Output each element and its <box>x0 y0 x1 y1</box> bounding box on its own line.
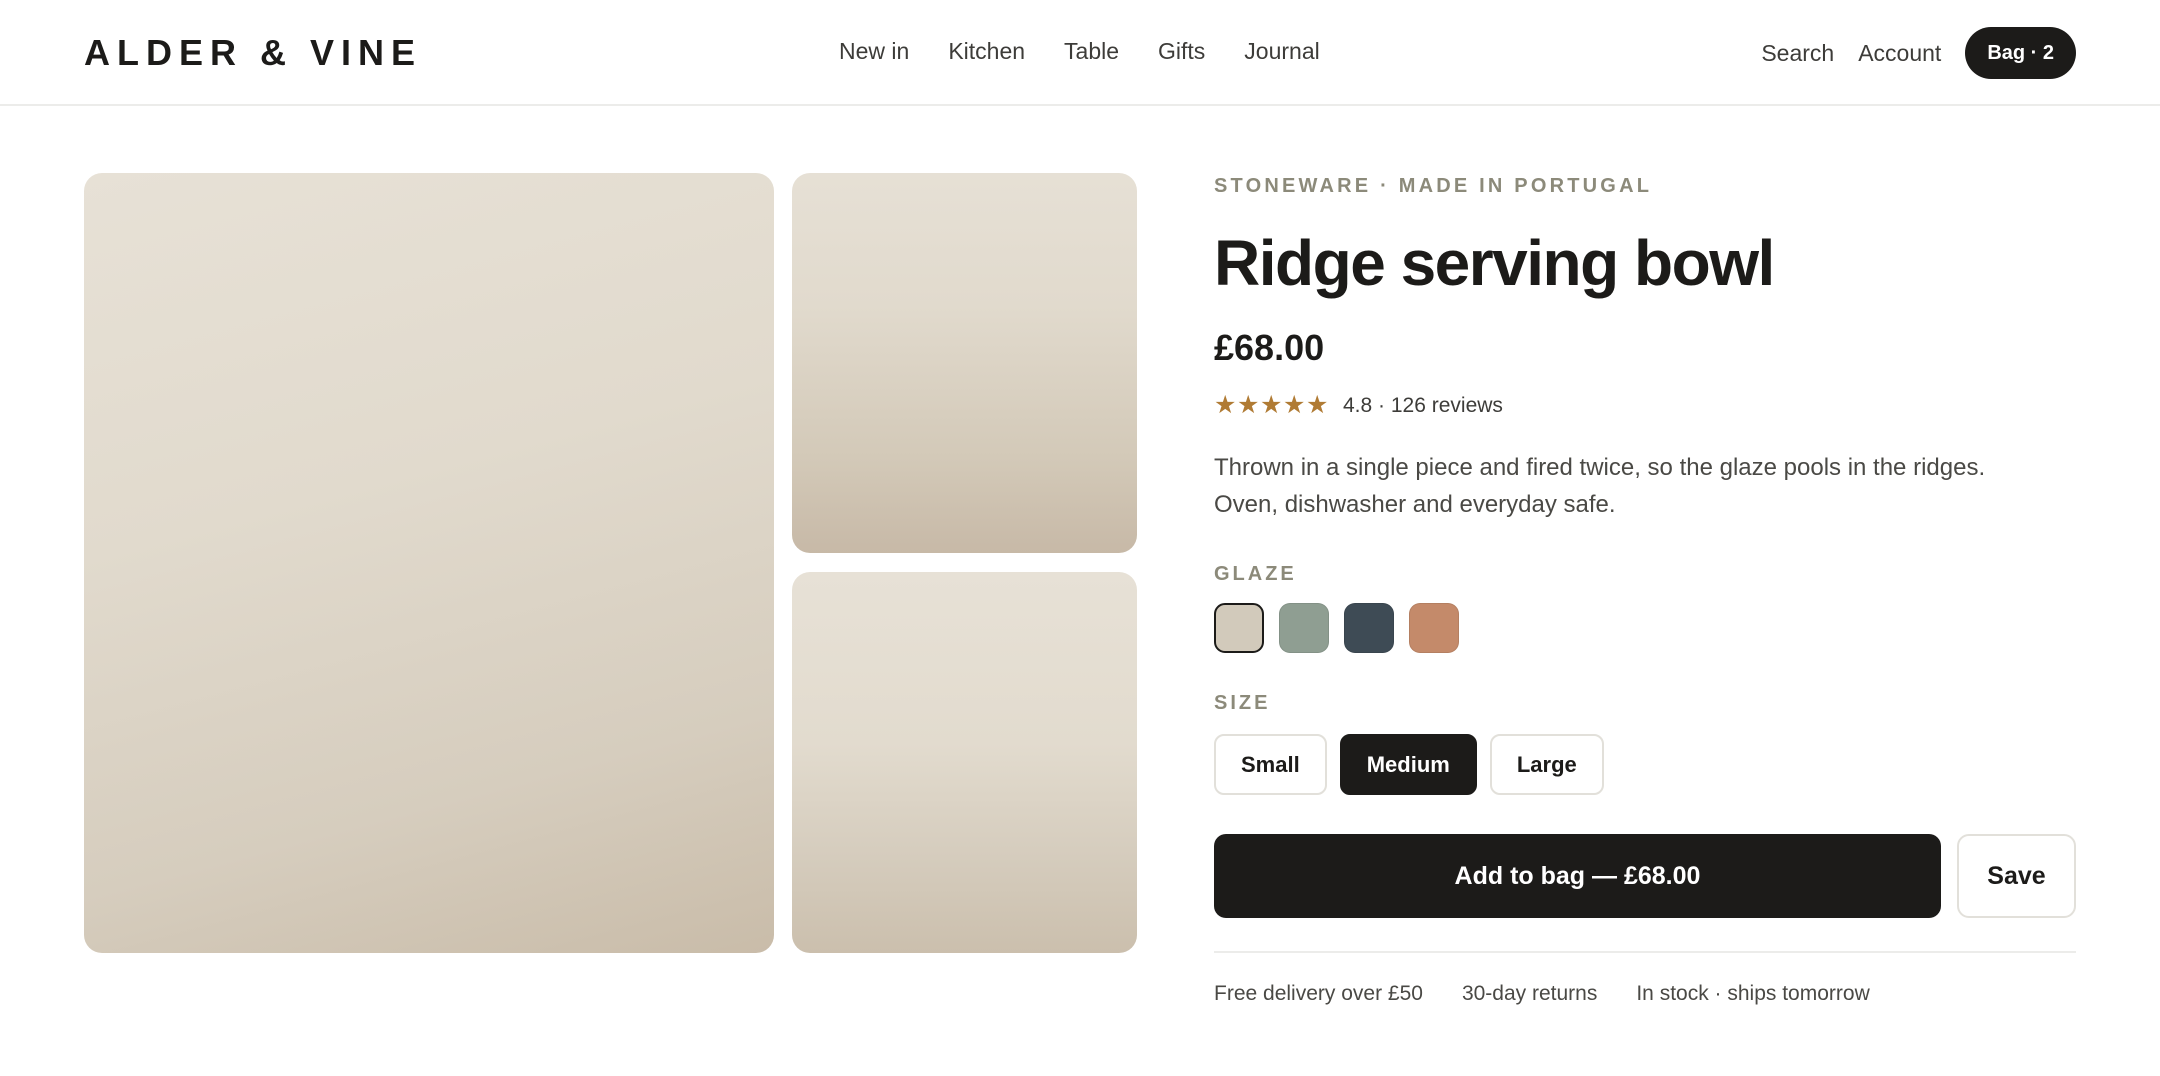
size-label: SIZE <box>1214 692 1271 714</box>
size-option-large[interactable]: Large <box>1489 734 1604 795</box>
product-image-thumbnail[interactable] <box>792 173 1137 553</box>
save-button[interactable]: Save <box>1957 834 2076 918</box>
add-to-bag-button[interactable]: Add to bag — £68.00 <box>1214 834 1941 918</box>
glaze-swatch[interactable] <box>1214 603 1264 653</box>
account-link[interactable]: Account <box>1858 40 1941 67</box>
size-options: Small Medium Large <box>1214 734 1617 795</box>
nav-item-journal[interactable]: Journal <box>1244 38 1319 65</box>
star-icon: ★ <box>1306 391 1329 419</box>
nav-item-kitchen[interactable]: Kitchen <box>948 38 1025 65</box>
nav-item-new-in[interactable]: New in <box>839 38 909 65</box>
nav-item-table[interactable]: Table <box>1064 38 1119 65</box>
glaze-swatch[interactable] <box>1344 603 1394 653</box>
product-eyebrow: STONEWARE · MADE IN PORTUGAL <box>1214 175 1653 197</box>
perk-stock: In stock · ships tomorrow <box>1636 982 1870 1005</box>
star-icon: ★ <box>1283 391 1306 419</box>
product-image-thumbnail[interactable] <box>792 572 1137 953</box>
product-perks: Free delivery over £50 30-day returns In… <box>1214 982 1909 1006</box>
star-icon: ★ <box>1237 391 1260 419</box>
rating-summary: 4.8 · 126 reviews <box>1343 393 1503 417</box>
product-rating[interactable]: ★ ★ ★ ★ ★ 4.8 · 126 reviews <box>1214 393 1503 418</box>
glaze-swatch[interactable] <box>1409 603 1459 653</box>
perk-delivery: Free delivery over £50 <box>1214 982 1423 1005</box>
bag-button[interactable]: Bag · 2 <box>1965 27 2076 79</box>
product-title: Ridge serving bowl <box>1214 227 1775 299</box>
nav-item-gifts[interactable]: Gifts <box>1158 38 1205 65</box>
size-option-small[interactable]: Small <box>1214 734 1327 795</box>
product-description: Thrown in a single piece and fired twice… <box>1214 454 1986 518</box>
divider <box>1214 951 2076 953</box>
rating-stars: ★ ★ ★ ★ ★ <box>1214 393 1329 418</box>
glaze-swatches <box>1214 603 1474 653</box>
star-icon: ★ <box>1260 391 1283 419</box>
site-header: ALDER & VINE New in Kitchen Table Gifts … <box>0 0 2160 106</box>
product-price: £68.00 <box>1214 327 1325 368</box>
search-link[interactable]: Search <box>1761 40 1834 67</box>
header-actions: Search Account Bag · 2 <box>1761 27 2076 79</box>
brand-logo[interactable]: ALDER & VINE <box>84 32 422 74</box>
perk-returns: 30-day returns <box>1461 982 1598 1005</box>
size-option-medium[interactable]: Medium <box>1339 734 1477 795</box>
star-icon: ★ <box>1214 391 1237 419</box>
main-nav: New in Kitchen Table Gifts Journal <box>839 38 1320 65</box>
product-image-main[interactable] <box>84 173 774 953</box>
glaze-label: GLAZE <box>1214 563 1297 585</box>
glaze-swatch[interactable] <box>1279 603 1329 653</box>
